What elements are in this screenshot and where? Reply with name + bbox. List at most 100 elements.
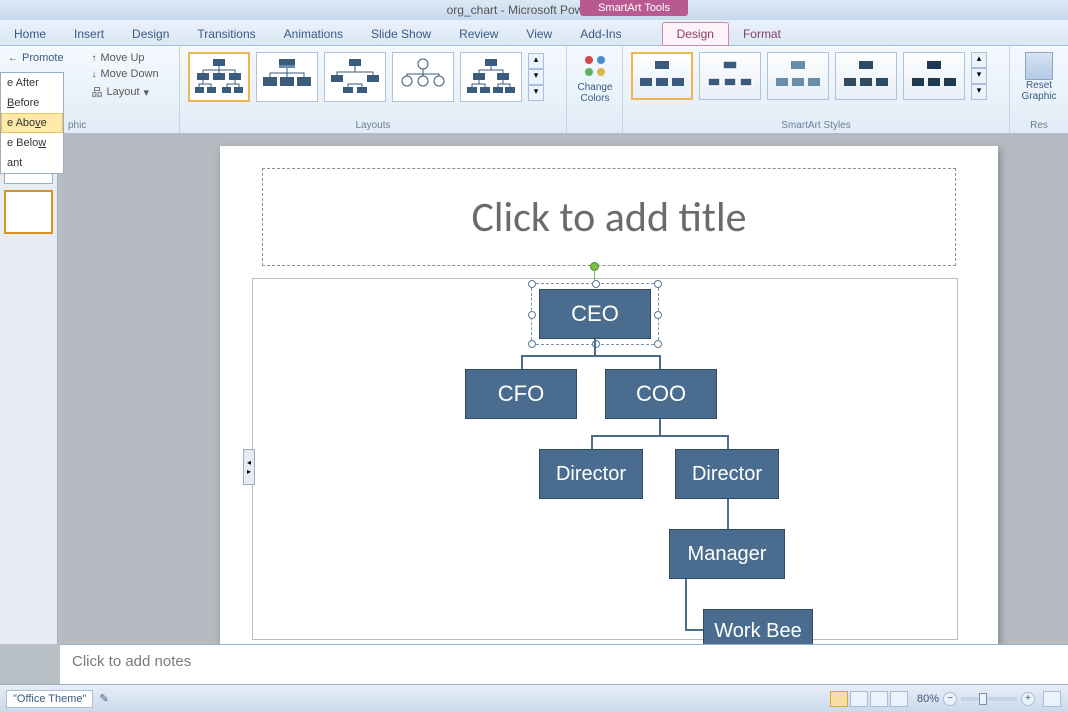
layout-name-title[interactable]	[256, 52, 318, 102]
node-coo[interactable]: COO	[605, 369, 717, 419]
style-intense-effect[interactable]	[903, 52, 965, 100]
connector	[521, 355, 523, 369]
reset-graphic-icon	[1025, 52, 1053, 80]
tab-smartart-design[interactable]: Design	[662, 22, 729, 46]
text-pane-toggle[interactable]: ◂▸	[243, 449, 255, 485]
view-normal-button[interactable]	[830, 691, 848, 707]
layout-org-chart[interactable]	[188, 52, 250, 102]
theme-indicator[interactable]: "Office Theme"	[6, 690, 93, 708]
title-placeholder[interactable]: Click to add title	[262, 168, 956, 266]
resize-handle[interactable]	[592, 280, 600, 288]
change-colors-button[interactable]: Change Colors	[571, 48, 619, 104]
tab-design[interactable]: Design	[118, 23, 183, 45]
layouts-more[interactable]: ▾	[528, 85, 544, 101]
move-up-button[interactable]: Move Up	[92, 50, 169, 66]
tab-review[interactable]: Review	[445, 23, 512, 45]
slide-canvas[interactable]: Click to add title ◂▸ CEO CFO COO Direct…	[220, 146, 998, 646]
node-director-1[interactable]: Director	[539, 449, 643, 499]
reset-group-label: Res	[1014, 118, 1064, 133]
layout-circle-picture[interactable]	[392, 52, 454, 102]
connector	[659, 355, 661, 369]
tab-view[interactable]: View	[512, 23, 566, 45]
connector	[685, 629, 703, 631]
node-ceo[interactable]: CEO	[539, 289, 651, 339]
layouts-spinner: ▴ ▾ ▾	[528, 53, 544, 101]
add-shape-before[interactable]: Be Beforeefore	[1, 93, 63, 113]
connector	[727, 499, 729, 529]
add-shape-after[interactable]: e After	[1, 73, 63, 93]
styles-group-label: SmartArt Styles	[627, 118, 1005, 133]
layouts-scroll-up[interactable]: ▴	[528, 53, 544, 69]
arrow-up-icon	[92, 53, 97, 64]
style-moderate-effect[interactable]	[835, 52, 897, 100]
fit-to-window-button[interactable]	[1043, 691, 1061, 707]
promote-button[interactable]: Promote	[8, 50, 80, 66]
reset-graphic-button[interactable]: Reset Graphic	[1014, 48, 1064, 102]
resize-handle[interactable]	[528, 280, 536, 288]
node-manager[interactable]: Manager	[669, 529, 785, 579]
resize-handle[interactable]	[528, 311, 536, 319]
zoom-in-button[interactable]: +	[1021, 692, 1035, 706]
connector	[659, 419, 661, 435]
notes-pane[interactable]: Click to add notes	[60, 644, 1068, 684]
view-slideshow-button[interactable]	[890, 691, 908, 707]
resize-handle[interactable]	[654, 340, 662, 348]
tab-insert[interactable]: Insert	[60, 23, 118, 45]
style-subtle-effect[interactable]	[767, 52, 829, 100]
layouts-scroll-down[interactable]: ▾	[528, 69, 544, 85]
slide-thumbnail-2[interactable]	[4, 190, 53, 234]
zoom-slider-thumb[interactable]	[979, 693, 987, 705]
node-cfo[interactable]: CFO	[465, 369, 577, 419]
status-bar: "Office Theme" ✎ 80% − +	[0, 684, 1068, 712]
layout-dropdown[interactable]: 品 Layout ▾	[92, 82, 169, 102]
connector	[591, 435, 729, 437]
layout-hierarchy[interactable]	[460, 52, 522, 102]
style-simple-fill[interactable]	[631, 52, 693, 100]
connector	[591, 435, 593, 449]
slide-thumbnails-panel	[0, 134, 58, 644]
org-icon: 品	[92, 84, 103, 100]
zoom-slider[interactable]	[961, 697, 1017, 701]
connector	[521, 355, 661, 357]
styles-spinner: ▴ ▾ ▾	[971, 52, 987, 100]
tab-animations[interactable]: Animations	[270, 23, 357, 45]
style-white-outline[interactable]	[699, 52, 761, 100]
zoom-percent[interactable]: 80%	[917, 693, 939, 705]
resize-handle[interactable]	[654, 311, 662, 319]
ribbon: e After Be Beforeefore e Abovee Above e …	[0, 46, 1068, 134]
arrow-down-icon	[92, 69, 97, 80]
tab-addins[interactable]: Add-Ins	[566, 23, 635, 45]
resize-handle[interactable]	[528, 340, 536, 348]
layouts-group-label: Layouts	[184, 118, 562, 133]
move-down-button[interactable]: Move Down	[92, 66, 169, 82]
styles-scroll-up[interactable]: ▴	[971, 52, 987, 68]
layout-half-circle[interactable]	[324, 52, 386, 102]
contextual-tab-label: SmartArt Tools	[580, 0, 688, 16]
resize-handle[interactable]	[654, 280, 662, 288]
title-bar: org_chart - Microsoft PowerPoint SmartAr…	[0, 0, 1068, 20]
add-shape-above[interactable]: e Abovee Above	[1, 113, 63, 133]
add-shape-below[interactable]: e Belowe Below	[1, 133, 63, 153]
zoom-controls: 80% − +	[917, 691, 1062, 707]
tab-home[interactable]: Home	[0, 23, 60, 45]
arrow-left-icon	[8, 53, 18, 64]
add-assistant[interactable]: ant	[1, 153, 63, 173]
slide-workarea: Click to add title ◂▸ CEO CFO COO Direct…	[60, 134, 1068, 644]
connector	[594, 339, 596, 355]
ribbon-tabs: Home Insert Design Transitions Animation…	[0, 20, 1068, 46]
connector	[727, 435, 729, 449]
change-colors-icon	[581, 52, 609, 80]
styles-scroll-down[interactable]: ▾	[971, 68, 987, 84]
tab-transitions[interactable]: Transitions	[183, 23, 269, 45]
connector	[685, 579, 687, 631]
smartart-container[interactable]: ◂▸ CEO CFO COO Director Director Manager	[252, 278, 958, 640]
spellcheck-icon[interactable]: ✎	[99, 692, 108, 705]
add-shape-menu: e After Be Beforeefore e Abovee Above e …	[0, 72, 64, 174]
view-reading-button[interactable]	[870, 691, 888, 707]
view-sorter-button[interactable]	[850, 691, 868, 707]
tab-smartart-format[interactable]: Format	[729, 23, 795, 45]
styles-more[interactable]: ▾	[971, 84, 987, 100]
zoom-out-button[interactable]: −	[943, 692, 957, 706]
tab-slideshow[interactable]: Slide Show	[357, 23, 445, 45]
node-director-2[interactable]: Director	[675, 449, 779, 499]
